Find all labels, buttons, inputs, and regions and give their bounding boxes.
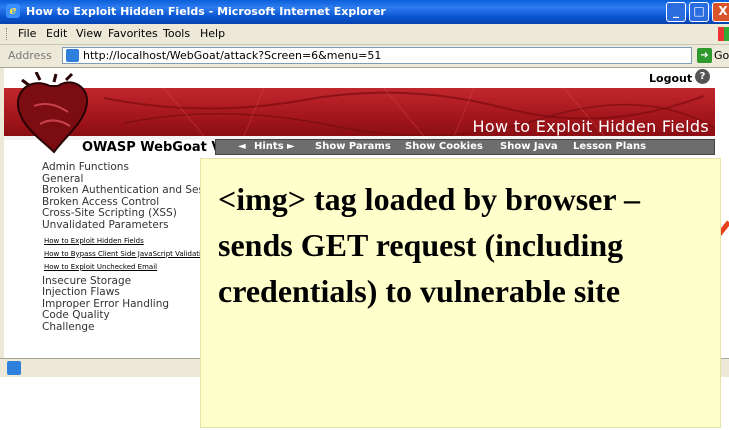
ie-icon: e: [6, 4, 20, 18]
minimize-button[interactable]: _: [666, 2, 686, 22]
address-bar: Address http://localhost/WebGoat/attack?…: [0, 45, 729, 68]
windows-flag-icon: [718, 27, 729, 41]
callout-box: <img> tag loaded by browser – sends GET …: [200, 158, 721, 428]
sidebar-item-unvalidated-parameters[interactable]: Unvalidated Parameters: [42, 219, 212, 232]
lesson-plans-button[interactable]: Lesson Plans: [573, 141, 646, 152]
brand-name: OWASP WebGoat V4: [82, 140, 231, 155]
menu-bar: File Edit View Favorites Tools Help: [0, 24, 729, 45]
hints-button[interactable]: Hints: [254, 141, 284, 152]
callout-text: <img> tag loaded by browser – sends GET …: [218, 181, 640, 309]
menu-edit[interactable]: Edit: [46, 27, 67, 40]
show-cookies-button[interactable]: Show Cookies: [405, 141, 483, 152]
lesson-link-hidden-fields[interactable]: How to Exploit Hidden Fields: [44, 237, 212, 245]
header-banner: How to Exploit Hidden Fields: [4, 88, 715, 136]
next-hint-icon[interactable]: ►: [287, 141, 295, 152]
menu-favorites[interactable]: Favorites: [108, 27, 158, 40]
address-label: Address: [8, 49, 52, 62]
lesson-nav: ◄ Hints ► Show Params Show Cookies Show …: [215, 139, 715, 155]
page-icon: [66, 49, 79, 62]
window-title: How to Exploit Hidden Fields - Microsoft…: [26, 5, 386, 18]
lesson-link-bypass-validation[interactable]: How to Bypass Client Side JavaScript Val…: [44, 250, 212, 258]
sidebar-item-admin-functions[interactable]: Admin Functions: [42, 161, 212, 174]
show-java-button[interactable]: Show Java: [500, 141, 558, 152]
menu-help[interactable]: Help: [200, 27, 225, 40]
show-params-button[interactable]: Show Params: [315, 141, 391, 152]
menu-tools[interactable]: Tools: [163, 27, 190, 40]
menu-file[interactable]: File: [18, 27, 36, 40]
go-arrow-icon[interactable]: ➜: [697, 48, 712, 63]
go-button[interactable]: Go: [714, 49, 729, 62]
toolbar-grip: [6, 28, 9, 40]
address-input[interactable]: http://localhost/WebGoat/attack?Screen=6…: [62, 47, 692, 64]
status-page-icon: [7, 361, 21, 375]
maximize-button[interactable]: □: [689, 2, 709, 22]
address-url[interactable]: http://localhost/WebGoat/attack?Screen=6…: [83, 49, 381, 62]
logout-link[interactable]: Logout: [649, 72, 692, 85]
help-icon[interactable]: ?: [695, 69, 710, 84]
sidebar-item-injection-flaws[interactable]: Injection Flaws: [42, 287, 212, 299]
lesson-title: How to Exploit Hidden Fields: [472, 117, 709, 136]
prev-hint-icon[interactable]: ◄: [238, 141, 246, 152]
lesson-link-unchecked-email[interactable]: How to Exploit Unchecked Email: [44, 263, 212, 271]
menu-view[interactable]: View: [76, 27, 102, 40]
lesson-sidebar: Admin Functions General Broken Authentic…: [42, 161, 298, 334]
title-bar: e How to Exploit Hidden Fields - Microso…: [0, 0, 729, 24]
sidebar-item-challenge[interactable]: Challenge: [42, 321, 212, 334]
close-button[interactable]: X: [712, 2, 729, 22]
